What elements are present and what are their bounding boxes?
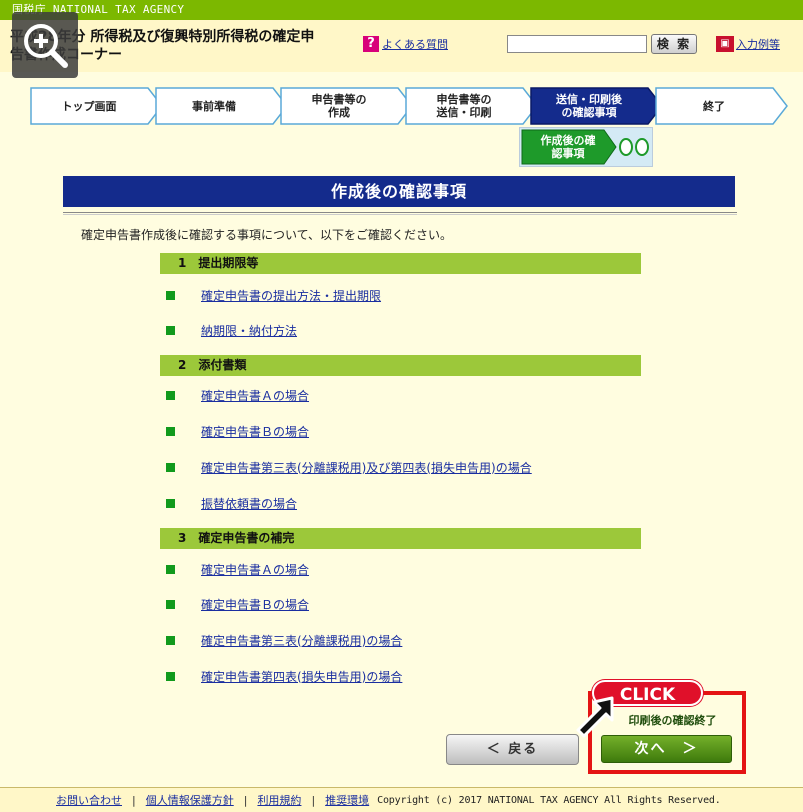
square-bullet-icon bbox=[166, 635, 175, 645]
recommended-env-link[interactable]: 推奨環境 bbox=[325, 792, 369, 808]
list-item: 確定申告書第四表(損失申告用)の場合 bbox=[166, 668, 402, 684]
progress-steps: トップ画面 事前準備 申告書等の 作成 申告書等の 送信・印刷 送信・印刷後 の確認事項… bbox=[30, 87, 788, 125]
contact-link[interactable]: お問い合わせ bbox=[56, 792, 122, 808]
list-item: 確定申告書Ｂの場合 bbox=[166, 423, 309, 439]
examples-link[interactable]: ▣ 入力例等 bbox=[716, 36, 780, 52]
list-item: 確定申告書第三表(分離課税用)及び第四表(損失申告用)の場合 bbox=[166, 459, 532, 475]
copyright: Copyright (c) 2017 NATIONAL TAX AGENCY A… bbox=[377, 794, 721, 806]
list-item: 確定申告書Ｂの場合 bbox=[166, 596, 309, 612]
app-header: 平成28年分 所得税及び復興特別所得税の確定申 告書作成コーナー ? よくある質… bbox=[0, 20, 803, 72]
square-bullet-icon bbox=[166, 462, 175, 472]
substep-indicator: 作成後の確 認事項 bbox=[519, 127, 653, 167]
list-item: 振替依頼書の場合 bbox=[166, 495, 297, 511]
check-item-link[interactable]: 確定申告書第三表(分離課税用)の場合 bbox=[201, 632, 402, 649]
search-input[interactable] bbox=[507, 35, 647, 53]
step-label: トップ画面 bbox=[61, 99, 117, 113]
back-button[interactable]: ＜ 戻る bbox=[446, 734, 579, 765]
check-item-link[interactable]: 確定申告書Ｂの場合 bbox=[201, 596, 309, 613]
square-bullet-icon bbox=[166, 564, 175, 574]
list-item: 納期限・納付方法 bbox=[166, 322, 297, 338]
terms-link[interactable]: 利用規約 bbox=[257, 792, 301, 808]
section-heading: 1 提出期限等 bbox=[160, 253, 641, 274]
cursor-arrow-icon bbox=[576, 696, 614, 738]
step-label: 申告書等の 作成 bbox=[311, 93, 367, 119]
substep-label: 作成後の確 認事項 bbox=[540, 134, 596, 160]
check-item-link[interactable]: 確定申告書の提出方法・提出期限 bbox=[201, 287, 381, 304]
square-bullet-icon bbox=[166, 290, 175, 300]
check-item-link[interactable]: 確定申告書第四表(損失申告用)の場合 bbox=[201, 668, 402, 685]
check-item-link[interactable]: 確定申告書Ａの場合 bbox=[201, 387, 309, 404]
step-label: 送信・印刷後 の確認事項 bbox=[556, 93, 622, 119]
list-item: 確定申告書第三表(分離課税用)の場合 bbox=[166, 632, 402, 648]
check-item-link[interactable]: 確定申告書Ｂの場合 bbox=[201, 423, 309, 440]
list-item: 確定申告書Ａの場合 bbox=[166, 387, 309, 403]
footer-separator: | bbox=[311, 793, 316, 807]
faq-link[interactable]: ? よくある質問 bbox=[363, 36, 448, 52]
check-item-link[interactable]: 納期限・納付方法 bbox=[201, 322, 297, 339]
footer-separator: | bbox=[132, 793, 136, 807]
footer-separator: | bbox=[243, 793, 248, 807]
check-item-link[interactable]: 振替依頼書の場合 bbox=[201, 495, 297, 512]
examples-link-label[interactable]: 入力例等 bbox=[736, 36, 780, 52]
next-button[interactable]: 次へ ＞ bbox=[601, 735, 732, 763]
step-label: 終了 bbox=[703, 99, 725, 113]
square-bullet-icon bbox=[166, 599, 175, 609]
step-preparation: 事前準備 bbox=[155, 87, 289, 125]
zoom-in-button[interactable] bbox=[12, 12, 78, 78]
privacy-policy-link[interactable]: 個人情報保護方針 bbox=[146, 792, 234, 808]
square-bullet-icon bbox=[166, 671, 175, 681]
step-label: 事前準備 bbox=[192, 99, 236, 113]
zoom-in-icon bbox=[24, 24, 68, 68]
square-bullet-icon bbox=[166, 426, 175, 436]
step-label: 申告書等の 送信・印刷 bbox=[436, 93, 492, 119]
step-send-print: 申告書等の 送信・印刷 bbox=[405, 87, 539, 125]
divider bbox=[63, 212, 737, 215]
list-item: 確定申告書Ａの場合 bbox=[166, 561, 309, 577]
substep-marker-icon bbox=[619, 138, 649, 156]
step-finish: 終了 bbox=[655, 87, 789, 125]
book-icon: ▣ bbox=[716, 36, 734, 52]
square-bullet-icon bbox=[166, 325, 175, 335]
step-top: トップ画面 bbox=[30, 87, 164, 125]
step-create: 申告書等の 作成 bbox=[280, 87, 414, 125]
section-heading: 2 添付書類 bbox=[160, 355, 641, 376]
intro-text: 確定申告書作成後に確認する事項について、以下をご確認ください。 bbox=[81, 228, 453, 242]
list-item: 確定申告書の提出方法・提出期限 bbox=[166, 287, 381, 303]
question-icon: ? bbox=[363, 36, 379, 52]
search-button[interactable]: 検 索 bbox=[651, 34, 697, 54]
page-title: 作成後の確認事項 bbox=[63, 176, 735, 207]
agency-banner: 国税庁 NATIONAL TAX AGENCY bbox=[0, 0, 803, 20]
faq-link-label[interactable]: よくある質問 bbox=[382, 36, 448, 52]
next-caption: 印刷後の確認終了 bbox=[628, 714, 717, 727]
step-post-check: 送信・印刷後 の確認事項 bbox=[530, 87, 664, 125]
square-bullet-icon bbox=[166, 498, 175, 508]
check-item-link[interactable]: 確定申告書第三表(分離課税用)及び第四表(損失申告用)の場合 bbox=[201, 459, 532, 476]
footer: お問い合わせ | 個人情報保護方針 | 利用規約 | 推奨環境 Copyright (c) 2… bbox=[0, 787, 803, 812]
square-bullet-icon bbox=[166, 390, 175, 400]
check-item-link[interactable]: 確定申告書Ａの場合 bbox=[201, 561, 309, 578]
section-heading: 3 確定申告書の補完 bbox=[160, 528, 641, 549]
